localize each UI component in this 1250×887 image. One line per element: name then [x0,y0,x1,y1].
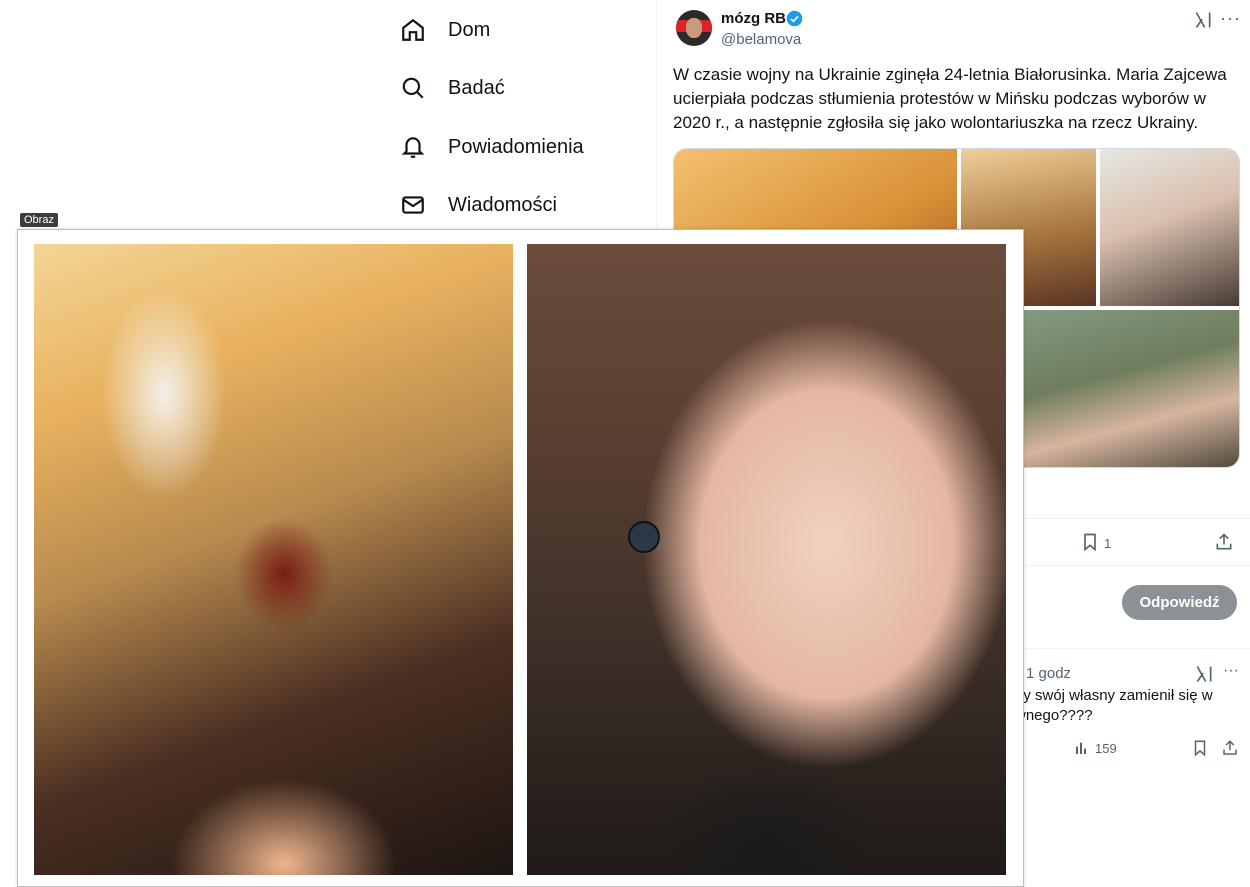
share-icon[interactable] [1214,532,1234,552]
nav-item-notifications[interactable]: Powiadomienia [400,134,584,160]
nav-label-explore: Badać [448,76,505,99]
grok-icon[interactable] [1193,10,1213,30]
media-photo-3[interactable] [1100,149,1239,306]
bell-icon [401,137,425,158]
reply-timestamp[interactable]: 1 godz [1026,665,1071,682]
mail-icon [402,196,424,214]
share-icon[interactable] [1221,739,1239,757]
nav-label-notifications: Powiadomienia [448,135,584,158]
more-options-icon[interactable]: ··· [1223,662,1239,680]
overlay-photo-right [527,244,1006,875]
nav-item-home[interactable]: Dom [400,17,490,43]
bookmark-icon[interactable] [1080,532,1100,552]
nav-item-messages[interactable]: Wiadomości [400,192,557,218]
reply-button[interactable]: Odpowiedź [1122,585,1237,620]
avatar-face [686,18,702,38]
search-icon [402,77,424,99]
author-handle[interactable]: @belamova [721,31,801,48]
overlay-tag: Obraz [20,213,58,227]
reply-text-line-1: dy swój własny zamienił się w [1015,687,1213,704]
views-icon[interactable] [1074,740,1090,756]
earring [628,521,660,553]
nav-item-explore[interactable]: Badać [400,75,505,101]
author-name[interactable]: mózg RB [721,10,786,27]
verified-badge-icon [786,10,803,27]
nav-label-home: Dom [448,18,491,41]
reply-text-line-2: wnego???? [1015,707,1093,724]
more-options-icon[interactable]: ··· [1220,8,1241,29]
views-count: 159 [1095,741,1117,756]
avatar[interactable] [676,10,712,46]
bookmark-icon[interactable] [1191,739,1209,757]
overlay-photo-left [34,244,513,875]
tweet-text: W czasie wojny na Ukrainie zginęła 24-le… [673,65,1227,132]
nav-label-messages: Wiadomości [448,193,557,216]
grok-icon[interactable] [1194,664,1214,684]
bookmark-count: 1 [1104,536,1112,551]
home-icon [402,18,424,41]
